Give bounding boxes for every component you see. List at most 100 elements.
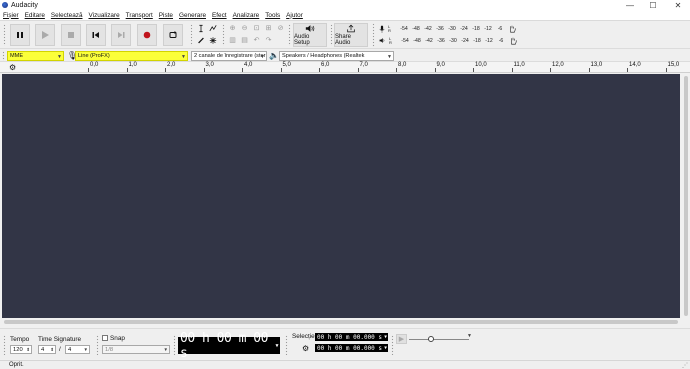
horizontal-scrollbar[interactable]: [2, 318, 680, 326]
playback-device-select[interactable]: Speakers / Headphones (Realtek ▼: [279, 51, 394, 61]
close-button[interactable]: ✕: [668, 0, 688, 10]
recording-device-select[interactable]: Line (ProFX) ▼: [75, 51, 188, 61]
multi-tool-button[interactable]: [207, 35, 218, 45]
play-button[interactable]: [35, 24, 55, 46]
menu-select[interactable]: Selectează: [51, 12, 83, 19]
audio-position-display[interactable]: 00 h 00 m 00 s ▼: [178, 331, 280, 361]
silence-button[interactable]: ▤: [239, 35, 250, 45]
snap-grip[interactable]: [96, 335, 99, 355]
selection-settings-gear-icon[interactable]: ⚙: [302, 344, 309, 353]
tempo-input[interactable]: 120 ⬍: [10, 345, 32, 354]
edit-grip[interactable]: [222, 24, 225, 46]
ruler-tick-label: 5,0: [282, 62, 291, 68]
spin-arrows-icon: ⬍: [50, 346, 54, 352]
zoom-toggle-button[interactable]: ⊘: [275, 23, 286, 33]
selection-start-field[interactable]: 00 h 00 m 00.000 s ▼: [315, 333, 388, 341]
time-signature-denominator[interactable]: 4 ▼: [65, 345, 90, 354]
stop-icon: [68, 32, 74, 38]
audio-host-select[interactable]: MME ▼: [7, 51, 64, 61]
multi-tool-icon: [209, 36, 216, 44]
menu-help[interactable]: Ajutor: [286, 12, 303, 19]
resize-grip-icon[interactable]: ⋰: [682, 362, 688, 369]
device-grip[interactable]: [2, 51, 5, 61]
scrollbar-thumb[interactable]: [4, 320, 678, 324]
skip-to-start-button[interactable]: [86, 24, 106, 46]
play-icon: [42, 31, 49, 39]
chevron-down-icon[interactable]: ▼: [467, 333, 472, 339]
ruler-tick-label: 1,0: [128, 62, 137, 68]
share-icon: [347, 24, 355, 33]
undo-button[interactable]: ↶: [251, 35, 262, 45]
audio-setup-grip[interactable]: [288, 24, 291, 46]
draw-tool-button[interactable]: [195, 35, 206, 45]
time-signature-numerator[interactable]: 4 ⬍: [38, 345, 56, 354]
zoom-toggle-icon: ⊘: [277, 25, 284, 32]
menu-tracks[interactable]: Piste: [159, 12, 173, 19]
selection-end-field[interactable]: 00 h 00 m 00.000 s ▼: [315, 344, 388, 352]
recording-meter[interactable]: LR -54 -48 -42 -36 -30 -24 -18 -12 -6: [379, 23, 690, 34]
record-button[interactable]: [137, 24, 157, 46]
snap-select[interactable]: 1/8 ▼: [102, 345, 170, 354]
menu-edit[interactable]: Editare: [25, 12, 45, 19]
meter-tick: -54: [400, 25, 408, 32]
playback-meter[interactable]: LR -54 -48 -42 -36 -30 -24 -18 -12 -6: [379, 35, 690, 46]
timeline-ruler[interactable]: ⚙ 0,0 1,0 2,0 3,0 4,0 5,0 6,0 7,0 8,0 9,0 10,0 11,0…: [0, 62, 690, 73]
play-at-speed-grip[interactable]: [391, 335, 394, 355]
snap-checkbox[interactable]: [102, 335, 108, 341]
ruler-tick-label: 15,0: [667, 62, 680, 68]
i-beam-icon: [198, 24, 203, 32]
track-area[interactable]: [2, 74, 680, 318]
menu-transport[interactable]: Transport: [126, 12, 153, 19]
audio-setup-button[interactable]: Audio Setup: [293, 23, 327, 47]
selection-grip[interactable]: [285, 335, 288, 355]
menu-generate[interactable]: Generare: [179, 12, 206, 19]
zoom-in-button[interactable]: ⊕: [227, 23, 238, 33]
share-audio-grip[interactable]: [330, 24, 333, 46]
ruler-tick-label: 8,0: [398, 62, 407, 68]
fit-project-button[interactable]: ⊞: [263, 23, 274, 33]
pause-button[interactable]: [10, 24, 30, 46]
meter-grip[interactable]: [372, 23, 375, 47]
chevron-down-icon: ▼: [83, 347, 88, 352]
record-icon: [143, 31, 151, 39]
menu-analyze[interactable]: Analizare: [233, 12, 260, 19]
selection-tool-button[interactable]: [195, 23, 206, 33]
time-signature-grip[interactable]: [3, 335, 6, 355]
scrollbar-thumb[interactable]: [684, 76, 688, 316]
play-icon: ▶: [398, 336, 405, 343]
time-grip[interactable]: [173, 335, 176, 355]
skip-to-end-button[interactable]: [111, 24, 131, 46]
ruler-tick-line: [627, 68, 628, 72]
play-at-speed-button[interactable]: ▶: [396, 334, 407, 344]
meter-tick: -42: [424, 25, 432, 32]
ruler-tick-line: [550, 68, 551, 72]
slider-handle[interactable]: [428, 336, 434, 342]
share-audio-button[interactable]: Share Audio: [334, 23, 368, 47]
minimize-button[interactable]: —: [620, 0, 640, 10]
menu-effect[interactable]: Efect: [212, 12, 227, 19]
tools-grip[interactable]: [190, 24, 193, 46]
recording-channels-value: 2 canale de înregistrare (ster: [194, 53, 266, 59]
vertical-scrollbar[interactable]: [682, 74, 690, 318]
playback-device-value: Speakers / Headphones (Realtek: [282, 53, 365, 59]
chevron-down-icon: ▼: [181, 54, 186, 60]
menu-view[interactable]: Vizualizare: [89, 12, 120, 19]
fit-selection-button[interactable]: ⊡: [251, 23, 262, 33]
ruler-tick-label: 6,0: [321, 62, 330, 68]
zoom-out-button[interactable]: ⊖: [239, 23, 250, 33]
ruler-tick-label: 14,0: [629, 62, 641, 68]
toolbar-grip[interactable]: [3, 24, 6, 46]
trim-button[interactable]: ▥: [227, 35, 238, 45]
pause-icon: [17, 32, 23, 38]
recording-channels-select[interactable]: 2 canale de înregistrare (ster ▼: [191, 51, 267, 61]
play-speed-slider[interactable]: [409, 336, 469, 342]
menu-tools[interactable]: Tools: [265, 12, 280, 19]
menu-file[interactable]: Fișier: [3, 12, 19, 19]
timeline-settings-gear-icon[interactable]: ⚙: [9, 63, 16, 72]
redo-button[interactable]: ↷: [263, 35, 274, 45]
stop-button[interactable]: [61, 24, 81, 46]
envelope-tool-button[interactable]: [207, 23, 218, 33]
ruler-tick-label: 0,0: [90, 62, 99, 68]
maximize-button[interactable]: ☐: [643, 0, 663, 10]
loop-button[interactable]: [163, 24, 183, 46]
